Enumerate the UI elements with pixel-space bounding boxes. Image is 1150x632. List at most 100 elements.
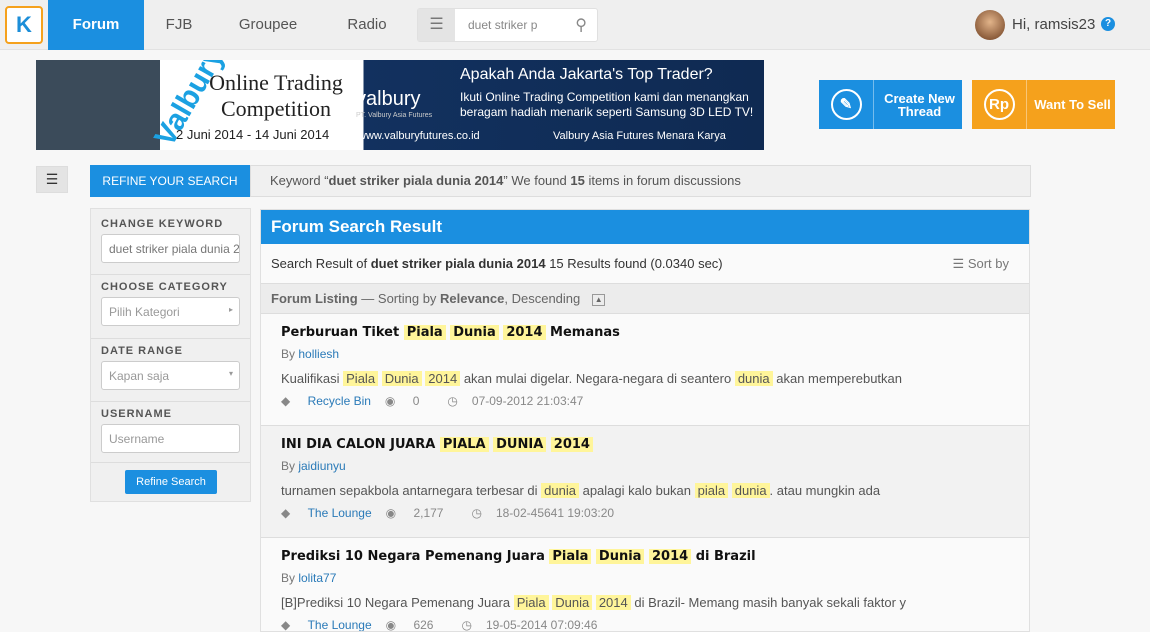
kaskus-logo[interactable]: K <box>5 6 43 44</box>
category-link[interactable]: The Lounge <box>308 618 372 631</box>
tag-icon: ◆ <box>281 618 294 632</box>
username-input[interactable]: Username <box>101 424 240 453</box>
post-date: 18-02-45641 19:03:20 <box>495 506 615 520</box>
thread-title[interactable]: Perburuan Tiket Piala Dunia 2014 Memanas <box>281 325 1029 343</box>
banner-facebook: Valbury Asia Futures Menara Karya <box>553 130 726 142</box>
eye-icon: ◉ <box>384 394 399 408</box>
text: [B]Prediksi 10 Negara Pemenang Juara <box>281 595 514 610</box>
banner-url: www.valburyfutures.co.id <box>358 130 480 142</box>
results-summary: Search Result of duet striker piala duni… <box>261 244 1029 284</box>
want-to-sell-button[interactable]: Rp Want To Sell <box>972 80 1115 129</box>
author-link[interactable]: lolita77 <box>298 571 336 585</box>
category: ◆ The Lounge <box>281 618 372 632</box>
meta-line: ◆ The Lounge ◉ 626 ◷ 19-05-2014 07:09:46 <box>281 618 1029 632</box>
refine-search-button[interactable]: Refine Search <box>125 470 217 494</box>
top-nav: K Forum FJB Groupee Radio ☰ duet striker… <box>0 0 1150 50</box>
keyword-highlight: DUNIA <box>493 437 547 452</box>
ad-banner[interactable]: Valbury Online Trading Competition 2 Jun… <box>36 60 764 150</box>
keyword-summary: Keyword “duet striker piala dunia 2014” … <box>250 165 1031 197</box>
keyword-input[interactable]: duet striker piala dunia 2014 <box>101 234 240 263</box>
text: . atau mungkin ada <box>769 483 881 498</box>
category-link[interactable]: The Lounge <box>308 506 372 520</box>
keyword-highlight: Dunia <box>450 325 499 340</box>
author-link[interactable]: jaidiunyu <box>298 459 345 473</box>
keyword-highlight: dunia <box>541 483 579 498</box>
tab-radio[interactable]: Radio <box>335 0 399 50</box>
date: ◷ 18-02-45641 19:03:20 <box>471 506 628 520</box>
date: ◷ 07-09-2012 21:03:47 <box>447 394 597 408</box>
author-line: By holliesh <box>281 347 340 361</box>
user-greeting[interactable]: Hi, ramsis23 <box>1012 16 1095 33</box>
thread-title[interactable]: INI DIA CALON JUARA PIALA DUNIA 2014 <box>281 437 1029 455</box>
collapse-icon[interactable]: ▲ <box>592 293 606 306</box>
clock-icon: ◷ <box>471 506 482 520</box>
author-link[interactable]: holliesh <box>298 347 339 361</box>
keyword-highlight: 2014 <box>595 595 631 610</box>
result-item: Perburuan Tiket Piala Dunia 2014 Memanas… <box>261 314 1029 426</box>
thread-title[interactable]: Prediksi 10 Negara Pemenang Juara Piala … <box>281 549 1029 567</box>
text: akan mulai digelar. Negara-negara di sea… <box>460 371 735 386</box>
keyword-highlight: piala <box>694 483 729 498</box>
text: turnamen sepakbola antarnegara terbesar … <box>281 483 542 498</box>
choose-category-label: CHOOSE CATEGORY <box>101 281 228 293</box>
date-range-select[interactable]: Kapan saja ▾ <box>101 361 240 390</box>
snippet: turnamen sepakbola antarnegara terbesar … <box>281 483 1029 498</box>
keyword-highlight: Piala <box>343 371 379 386</box>
text: di Brazil- Memang masih banyak sekali fa… <box>630 595 907 610</box>
keyword-highlight: 2014 <box>648 549 692 564</box>
category: ◆ The Lounge <box>281 506 372 520</box>
post-date: 07-09-2012 21:03:47 <box>471 394 584 408</box>
kw-post: items in forum discussions <box>584 173 741 188</box>
create-thread-label: Create New Thread <box>884 91 955 119</box>
tab-forum[interactable]: Forum <box>48 0 144 50</box>
results-header: Forum Search Result <box>261 210 1029 244</box>
sidebar-toggle-icon[interactable]: ☰ <box>36 166 68 193</box>
banner-company: PT. Valbury Asia Futures <box>356 112 433 119</box>
result-item: INI DIA CALON JUARA PIALA DUNIA 2014 By j… <box>261 426 1029 538</box>
question-circle-icon[interactable]: ? <box>1101 17 1115 31</box>
meta-line: ◆ Recycle Bin ◉ 0 ◷ 07-09-2012 21:03:47 <box>281 394 1029 408</box>
list-icon: ☰ <box>952 256 965 271</box>
author-line: By lolita77 <box>281 571 337 585</box>
sort-by-button[interactable]: ☰ Sort by <box>953 244 1009 284</box>
eye-icon: ◉ <box>385 618 400 632</box>
text: Memanas <box>545 325 620 340</box>
pencil-icon: ✎ <box>819 80 874 129</box>
keyword-highlight: dunia <box>734 371 773 386</box>
result-item: Prediksi 10 Negara Pemenang Juara Piala … <box>261 538 1029 632</box>
chevron-down-icon: ▾ <box>228 369 233 378</box>
result-count: 15 <box>570 173 585 188</box>
category-link[interactable]: Recycle Bin <box>308 394 371 408</box>
tab-fjb[interactable]: FJB <box>150 0 208 50</box>
refine-search-tab[interactable]: REFINE YOUR SEARCH <box>90 165 250 197</box>
banner-logo: valbury <box>356 88 421 110</box>
text: Kualifikasi <box>281 371 344 386</box>
kw-value: duet striker piala dunia 2014 <box>328 173 504 188</box>
text: INI DIA CALON JUARA <box>281 437 440 452</box>
category-select[interactable]: Pilih Kategori ▸ <box>101 297 240 326</box>
snippet: [B]Prediksi 10 Negara Pemenang Juara Pia… <box>281 595 1029 610</box>
text: apalagi kalo bukan <box>578 483 695 498</box>
rupiah-icon: Rp <box>972 80 1027 129</box>
keyword-highlight: 2014 <box>503 325 546 340</box>
views: ◉ 626 <box>385 618 448 632</box>
menu-icon[interactable]: ☰ <box>418 9 455 41</box>
create-thread-button[interactable]: ✎ Create New Thread <box>819 80 962 129</box>
tab-groupee[interactable]: Groupee <box>228 0 308 50</box>
banner-sub: Ikuti Online Trading Competition kami da… <box>460 90 754 119</box>
kw-mid: ” We found <box>503 173 571 188</box>
search-input[interactable]: duet striker p <box>468 18 548 32</box>
clock-icon: ◷ <box>447 394 458 408</box>
tag-icon: ◆ <box>281 394 294 408</box>
views: ◉ 2,177 <box>386 506 458 520</box>
search-icon[interactable]: ⚲ <box>575 15 587 35</box>
banner-headline: Apakah Anda Jakarta's Top Trader? <box>460 66 713 83</box>
keyword-highlight: Piala <box>549 549 592 564</box>
text: Prediksi 10 Negara Pemenang Juara <box>281 549 550 564</box>
avatar[interactable] <box>975 10 1005 40</box>
search-results-panel: Forum Search Result Search Result of due… <box>260 209 1030 632</box>
forum-listing-bar: Forum Listing — Sorting by Relevance, De… <box>261 284 1029 314</box>
keyword-highlight: Dunia <box>381 371 422 386</box>
tag-icon: ◆ <box>281 506 294 520</box>
keyword-highlight: dunia <box>731 483 770 498</box>
